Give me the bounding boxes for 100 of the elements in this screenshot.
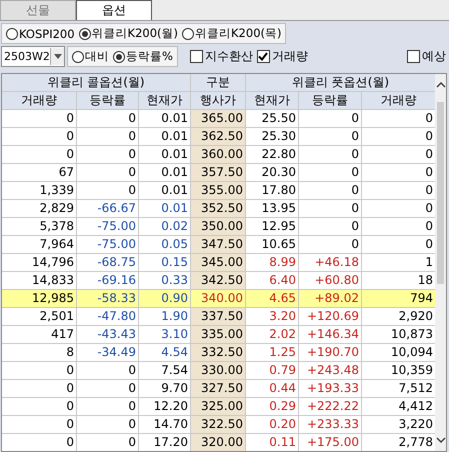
table-cell: 337.50 [191, 308, 245, 325]
table-cell: 0 [77, 380, 138, 397]
column-group-header: 위클리 풋옵션(월) [246, 74, 435, 91]
radio-label: 위클리K200(월) [92, 26, 178, 41]
table-cell: 342.50 [191, 272, 245, 289]
table-cell: +60.80 [299, 272, 361, 289]
table-cell: 0 [2, 110, 76, 127]
table-cell: 1.25 [246, 344, 298, 361]
table-cell: 340.00 [191, 290, 245, 307]
table-cell: -58.33 [77, 290, 138, 307]
table-cell: 5,378 [2, 218, 76, 235]
table-cell: -68.75 [77, 254, 138, 271]
table-cell: 0 [2, 380, 76, 397]
table-cell: 0 [2, 146, 76, 163]
table-cell: 0 [362, 236, 435, 253]
table-cell: 20.30 [246, 164, 298, 181]
table-cell: 22.80 [246, 146, 298, 163]
table-cell: 0 [299, 110, 361, 127]
table-cell: 0 [77, 110, 138, 127]
table-cell: 17.20 [139, 434, 190, 451]
table-cell: 345.00 [191, 254, 245, 271]
table-cell: 2,778 [362, 434, 435, 451]
table-cell: 0.05 [139, 236, 190, 253]
table-cell: 4,412 [362, 398, 435, 415]
table-cell: 2,920 [362, 308, 435, 325]
table-cell: 357.50 [191, 164, 245, 181]
table-cell: 12.20 [139, 398, 190, 415]
table-cell: 332.50 [191, 344, 245, 361]
column-header: 거래량 [2, 92, 76, 109]
table-cell: 0 [2, 398, 76, 415]
table-cell: 1 [362, 254, 435, 271]
table-cell: 18 [362, 272, 435, 289]
table-cell: 0 [362, 110, 435, 127]
table-cell: 0 [299, 236, 361, 253]
table-cell: 2,501 [2, 308, 76, 325]
table-cell: 10,094 [362, 344, 435, 361]
table-cell: 0 [2, 362, 76, 379]
table-cell: 0.01 [139, 200, 190, 217]
table-cell: 0.44 [246, 380, 298, 397]
expiry-dropdown[interactable]: 2503W2 [1, 46, 65, 67]
table-cell: 0 [77, 416, 138, 433]
radio-label: KOSPI200 [19, 26, 75, 40]
table-cell: 7.54 [139, 362, 190, 379]
scrollbar[interactable] [435, 74, 446, 451]
mode-radio[interactable]: 등락률% [111, 49, 175, 64]
table-cell: 322.50 [191, 416, 245, 433]
table-cell: +89.02 [299, 290, 361, 307]
radio-label: 대비 [85, 49, 109, 64]
market-radio[interactable]: 위클리K200(월) [76, 26, 180, 41]
table-cell: +175.00 [299, 434, 361, 451]
dropdown-caret-icon[interactable] [50, 48, 64, 65]
table-cell: 330.00 [191, 362, 245, 379]
table-cell: 0 [299, 218, 361, 235]
table-cell: +120.69 [299, 308, 361, 325]
table-cell: 0.02 [139, 218, 190, 235]
table-cell: 10,873 [362, 326, 435, 343]
scrollbar-thumb[interactable] [437, 102, 444, 284]
market-radio[interactable]: KOSPI200 [4, 26, 77, 40]
checkbox-label: 지수환산 [204, 48, 253, 65]
table-cell: 17.80 [246, 182, 298, 199]
table-cell: +233.33 [299, 416, 361, 433]
table-cell: 2.02 [246, 326, 298, 343]
table-cell: 14,833 [2, 272, 76, 289]
table-cell: 0 [77, 434, 138, 451]
table-cell: 0.20 [246, 416, 298, 433]
table-cell: 0.01 [139, 164, 190, 181]
mode-radio[interactable]: 대비 [70, 49, 111, 64]
checkbox[interactable]: 거래량 [256, 48, 308, 65]
table-cell: 0 [362, 164, 435, 181]
table-cell: 0 [299, 146, 361, 163]
table-cell: 0 [77, 362, 138, 379]
table-cell: 347.50 [191, 236, 245, 253]
checkbox[interactable]: 지수환산 [190, 48, 253, 65]
table-cell: 6.40 [246, 272, 298, 289]
table-cell: 13.95 [246, 200, 298, 217]
table-cell: -75.00 [77, 236, 138, 253]
table-cell: +46.18 [299, 254, 361, 271]
table-cell: 325.00 [191, 398, 245, 415]
column-group-header: 구분 [191, 74, 245, 91]
table-cell: 0 [299, 182, 361, 199]
market-radio[interactable]: 위클리K200(목) [180, 26, 284, 41]
table-cell: 7,964 [2, 236, 76, 253]
checkbox[interactable]: 예상 [407, 48, 446, 65]
table-cell: 0 [362, 200, 435, 217]
table-cell: +193.33 [299, 380, 361, 397]
column-group-header: 위클리 콜옵션(월) [2, 74, 190, 91]
table-cell: 0.01 [139, 182, 190, 199]
table-cell: 0 [2, 434, 76, 451]
tab[interactable]: 옵션 [76, 0, 152, 20]
table-cell: 365.00 [191, 110, 245, 127]
table-cell: 25.30 [246, 128, 298, 145]
table-cell: 3.20 [246, 308, 298, 325]
table-cell: 0 [362, 146, 435, 163]
table-cell: 12.95 [246, 218, 298, 235]
table-cell: 0 [299, 164, 361, 181]
checkbox-label: 거래량 [272, 48, 308, 65]
table-cell: 0.15 [139, 254, 190, 271]
column-header: 거래량 [362, 92, 435, 109]
table-cell: 0 [362, 128, 435, 145]
table-cell: 0 [299, 200, 361, 217]
